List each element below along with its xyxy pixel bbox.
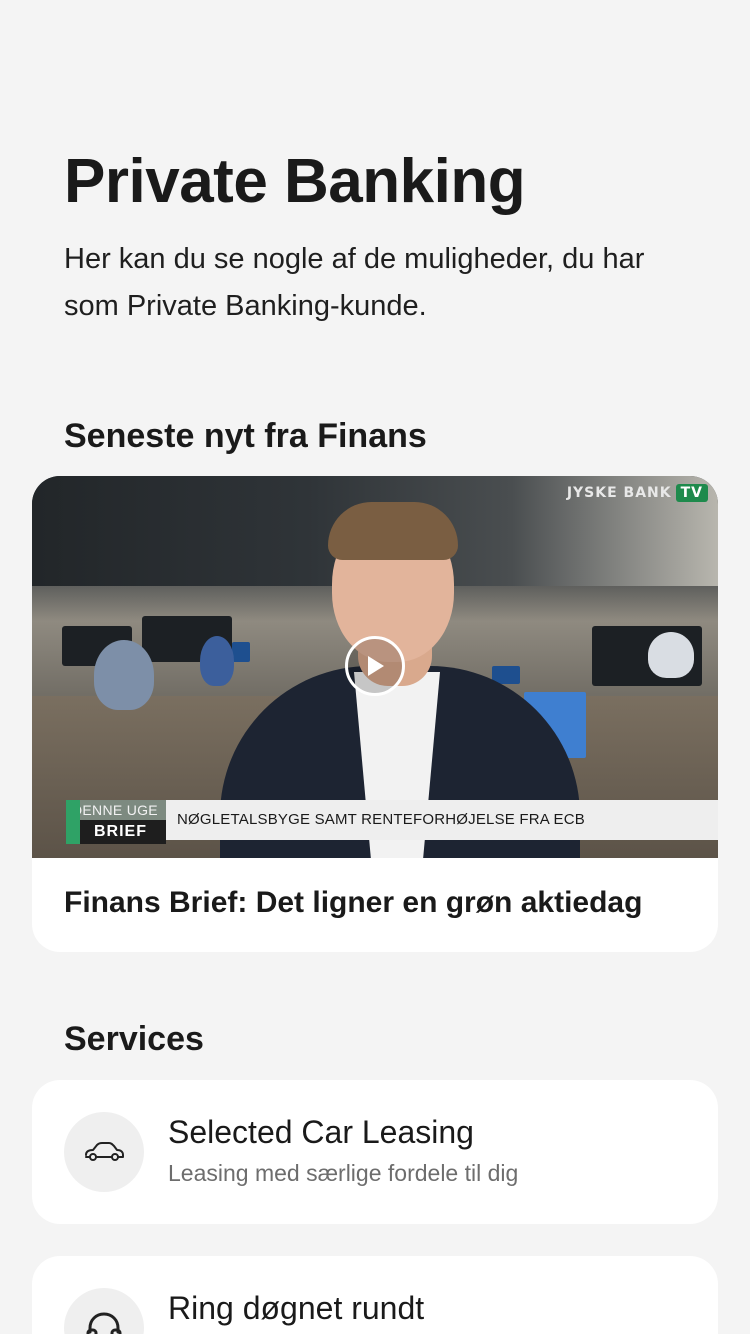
news-section-heading: Seneste nyt fra Finans: [64, 417, 427, 455]
presenter-hair: [328, 502, 458, 560]
channel-logo-tv: TV: [675, 484, 708, 502]
channel-logo: JYSKE BANK TV: [567, 484, 708, 502]
video-headline: NØGLETALSBYGE SAMT RENTEFORHØJELSE FRA E…: [166, 800, 718, 840]
private-banking-page: Private Banking Her kan du se nogle af d…: [0, 0, 750, 1334]
service-icon-circle: [64, 1288, 144, 1334]
program-badge-bottom: BRIEF: [66, 800, 166, 844]
monitor: [232, 642, 250, 662]
page-title: Private Banking: [64, 147, 526, 216]
video-lower-third: DENNE UGE BRIEF NØGLETALSBYGE SAMT RENTE…: [66, 800, 718, 844]
service-icon-circle: [64, 1112, 144, 1192]
service-car-leasing[interactable]: Selected Car Leasing Leasing med særlige…: [32, 1080, 718, 1224]
service-title: Ring døgnet rundt: [168, 1290, 425, 1326]
service-description: Leasing med særlige fordele til dig: [168, 1160, 519, 1186]
program-badge-top: DENNE UGE: [66, 800, 166, 820]
play-icon: [368, 656, 384, 676]
car-icon: [85, 1142, 124, 1161]
headset-icon: [86, 1312, 122, 1334]
channel-logo-text: JYSKE BANK: [566, 485, 672, 501]
news-caption: Finans Brief: Det ligner en grøn aktieda…: [64, 886, 643, 919]
service-title: Selected Car Leasing: [168, 1114, 474, 1150]
page-subtitle: Her kan du se nogle af de muligheder, du…: [64, 243, 645, 322]
office-worker: [94, 640, 154, 710]
office-worker: [648, 632, 694, 678]
play-button[interactable]: [345, 636, 405, 696]
services-section-heading: Services: [64, 1020, 204, 1058]
service-24h-phone[interactable]: Ring døgnet rundt: [32, 1256, 718, 1334]
program-badge: DENNE UGE BRIEF: [66, 800, 166, 844]
news-video-card[interactable]: JYSKE BANK TV DENNE UGE BRIEF NØGLETALSB…: [32, 476, 718, 952]
office-worker: [200, 636, 234, 686]
video-thumbnail[interactable]: JYSKE BANK TV DENNE UGE BRIEF NØGLETALSB…: [32, 476, 718, 858]
